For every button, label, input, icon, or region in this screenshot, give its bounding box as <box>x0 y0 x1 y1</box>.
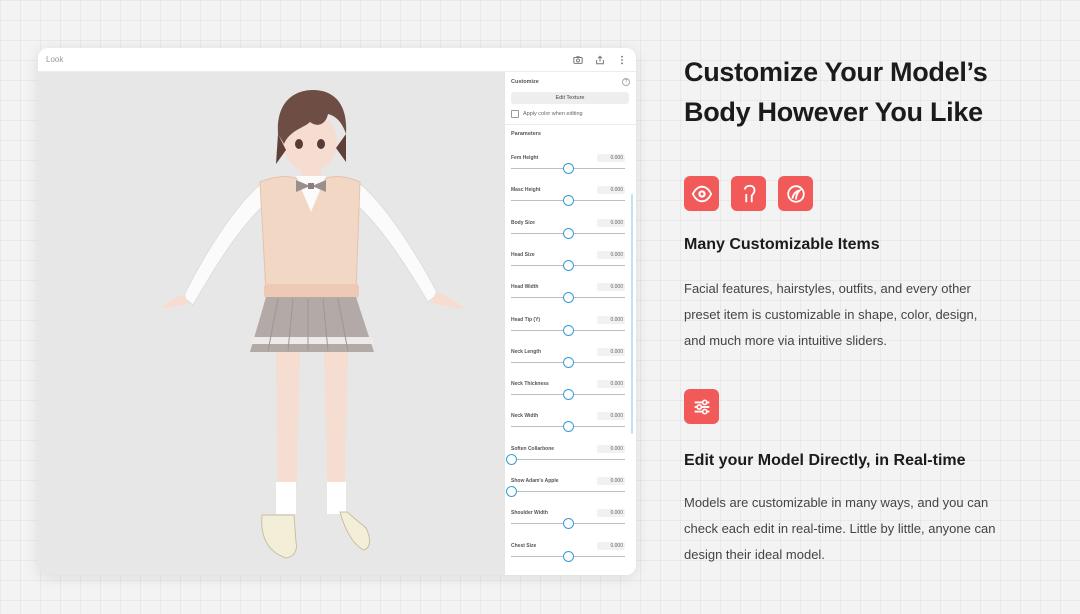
slider-thumb[interactable] <box>505 453 517 465</box>
feature-2-line-3: design their ideal model. <box>684 547 825 562</box>
slider-track[interactable] <box>511 491 625 492</box>
hairstyle-icon <box>731 176 766 211</box>
slider-thumb[interactable] <box>562 259 574 271</box>
parameter-value-input[interactable]: 0.000 <box>597 315 625 324</box>
parameter-value-input[interactable]: 0.000 <box>597 250 625 259</box>
feature-1-title: Many Customizable Items <box>684 236 880 253</box>
slider-thumb[interactable] <box>562 356 574 368</box>
feature-1-description: Facial features, hairstyles, outfits, an… <box>684 276 1034 354</box>
apply-color-row: Apply color when editing <box>511 110 630 118</box>
app-window: Look Customize ? Edit Texture Apply colo… <box>38 48 636 575</box>
parameters-title: Parameters <box>511 131 541 137</box>
eye-icon <box>684 176 719 211</box>
slider-thumb[interactable] <box>562 163 574 174</box>
panel-divider <box>505 124 636 125</box>
feature-icons <box>684 176 813 211</box>
slider-thumb[interactable] <box>562 195 574 207</box>
edit-texture-button[interactable]: Edit Texture <box>511 92 629 104</box>
parameter-row: Fem Height 0.000 <box>511 154 625 183</box>
parameter-value-input[interactable]: 0.000 <box>597 154 625 162</box>
parameter-row: Chest Size 0.000 <box>511 541 625 571</box>
feature-1-line-2: preset item is customizable in shape, co… <box>684 307 978 322</box>
parameter-label: Neck Thickness <box>511 381 549 388</box>
slider-thumb[interactable] <box>562 227 574 239</box>
parameter-label: Show Adam's Apple <box>511 478 559 484</box>
headline-line-1: Customize Your Model’s <box>684 57 988 87</box>
customize-title: Customize <box>511 79 539 85</box>
parameter-label: Neck Length <box>511 348 542 355</box>
parameter-value-input[interactable]: 0.000 <box>597 477 625 485</box>
share-icon[interactable] <box>594 54 606 66</box>
parameter-value-input[interactable]: 0.000 <box>597 283 625 292</box>
parameter-row: Neck Thickness 0.000 <box>511 380 625 409</box>
slider-thumb[interactable] <box>505 486 517 497</box>
feature-2-icons <box>684 389 719 424</box>
parameter-label: Neck Width <box>511 413 539 420</box>
slider-thumb[interactable] <box>562 389 574 401</box>
parameter-row: Masc Height 0.000 <box>511 186 625 215</box>
slider-thumb[interactable] <box>562 518 574 530</box>
parameter-value-input[interactable]: 0.000 <box>597 541 625 550</box>
parameter-label: Head Tip (Y) <box>511 316 541 323</box>
parameter-row: Head Width 0.000 <box>511 283 625 312</box>
parameter-value-input[interactable]: 0.000 <box>597 186 625 195</box>
character-model <box>162 90 464 559</box>
slider-track[interactable] <box>511 458 625 460</box>
feature-2-description: Models are customizable in many ways, an… <box>684 490 1034 568</box>
parameter-label: Fem Height <box>511 155 539 161</box>
headline: Customize Your Model’s Body However You … <box>684 52 1054 132</box>
parameter-label: Head Width <box>511 284 539 291</box>
headline-line-2: Body However You Like <box>684 97 983 127</box>
parameter-value-input[interactable]: 0.000 <box>597 444 625 453</box>
help-icon[interactable]: ? <box>622 78 630 86</box>
parameter-label: Chest Size <box>511 542 537 549</box>
parameter-row: Shoulder Width 0.000 <box>511 509 625 538</box>
parameter-value-input[interactable]: 0.000 <box>597 509 625 518</box>
parameter-row: Head Tip (Y) 0.000 <box>511 315 625 345</box>
feature-2-line-2: check each edit in real-time. Little by … <box>684 521 996 536</box>
camera-icon[interactable] <box>572 54 584 66</box>
window-actions <box>572 54 628 66</box>
slider-thumb[interactable] <box>562 292 574 304</box>
window-title: Look <box>46 55 64 64</box>
parameter-row: Body Size 0.000 <box>511 218 625 248</box>
customize-panel: Customize ? Edit Texture Apply color whe… <box>504 72 636 575</box>
feature-2-line-1: Models are customizable in many ways, an… <box>684 495 989 510</box>
parameter-label: Head Size <box>511 251 535 258</box>
apply-color-checkbox[interactable] <box>511 110 519 118</box>
model-viewport[interactable] <box>38 72 504 575</box>
parameter-label: Soften Collarbone <box>511 445 555 452</box>
sliders-icon <box>684 389 719 424</box>
slider-thumb[interactable] <box>562 324 574 336</box>
parameter-value-input[interactable]: 0.000 <box>597 412 625 421</box>
face-shape-icon <box>778 176 813 211</box>
feature-1-line-3: and much more via intuitive sliders. <box>684 333 888 348</box>
feature-1-line-1: Facial features, hairstyles, outfits, an… <box>684 281 971 296</box>
apply-color-label: Apply color when editing <box>523 111 583 117</box>
parameter-value-input[interactable]: 0.000 <box>597 347 625 356</box>
parameter-row: Head Size 0.000 <box>511 250 625 280</box>
parameter-label: Shoulder Width <box>511 510 548 517</box>
parameter-row: Neck Width 0.000 <box>511 412 625 441</box>
parameter-row: Show Adam's Apple 0.000 <box>505 477 625 506</box>
slider-thumb[interactable] <box>562 550 574 562</box>
feature-2-title: Edit your Model Directly, in Real-time <box>684 452 966 469</box>
parameter-value-input[interactable]: 0.000 <box>597 218 625 227</box>
parameter-label: Masc Height <box>511 187 541 194</box>
panel-scrollbar[interactable] <box>631 194 633 434</box>
window-titlebar: Look <box>38 48 636 72</box>
parameter-value-input[interactable]: 0.000 <box>597 380 625 389</box>
parameter-row: Soften Collarbone 0.000 <box>505 444 625 474</box>
parameter-row: Neck Length 0.000 <box>511 347 625 377</box>
parameter-label: Body Size <box>511 219 535 226</box>
slider-thumb[interactable] <box>562 421 574 433</box>
more-vertical-icon[interactable] <box>616 54 628 66</box>
